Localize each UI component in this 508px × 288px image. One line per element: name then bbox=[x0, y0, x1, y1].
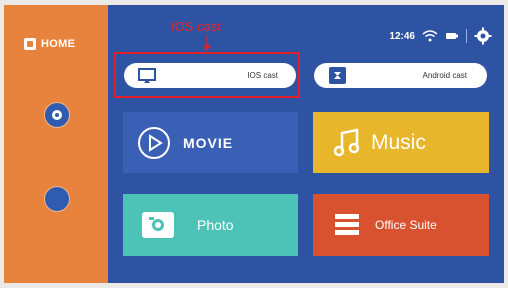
tile-office-label: Office Suite bbox=[375, 218, 437, 232]
sidebar-item-usb[interactable] bbox=[40, 186, 74, 215]
tile-photo-label: Photo bbox=[197, 217, 234, 233]
tile-photo[interactable]: Photo bbox=[123, 194, 298, 256]
tile-music[interactable]: Music bbox=[313, 112, 489, 173]
annotation-label: IOS cast bbox=[171, 19, 221, 34]
sidebar-item-settings[interactable] bbox=[40, 102, 74, 131]
annotation-highlight-box bbox=[114, 52, 300, 98]
gear-icon[interactable] bbox=[474, 27, 492, 45]
annotation-arrow-icon bbox=[203, 35, 211, 51]
tile-movie-label: MOVIE bbox=[183, 134, 234, 151]
tile-office[interactable]: Office Suite bbox=[313, 194, 489, 256]
launcher-screen: HOME 12:46 IOS cast Android cast MOVIE M… bbox=[4, 5, 504, 283]
play-icon bbox=[138, 126, 170, 159]
tile-movie[interactable]: MOVIE bbox=[123, 112, 298, 173]
android-cast-icon bbox=[329, 67, 346, 84]
status-bar: 12:46 bbox=[389, 27, 492, 45]
divider bbox=[466, 29, 467, 43]
document-stack-icon bbox=[335, 214, 359, 235]
home-nav[interactable]: HOME bbox=[24, 38, 75, 50]
music-note-icon bbox=[333, 127, 360, 156]
settings-icon bbox=[44, 102, 70, 128]
android-cast-button[interactable]: Android cast bbox=[314, 63, 487, 88]
android-cast-label: Android cast bbox=[422, 71, 467, 80]
home-icon bbox=[24, 38, 36, 50]
photo-icon bbox=[142, 212, 174, 238]
clock: 12:46 bbox=[389, 30, 415, 42]
usb-drive-icon bbox=[446, 33, 458, 39]
sidebar: HOME bbox=[4, 5, 108, 283]
wifi-icon bbox=[422, 30, 438, 42]
usb-icon bbox=[44, 186, 70, 212]
tile-music-label: Music bbox=[371, 130, 426, 154]
home-label: HOME bbox=[41, 38, 76, 50]
